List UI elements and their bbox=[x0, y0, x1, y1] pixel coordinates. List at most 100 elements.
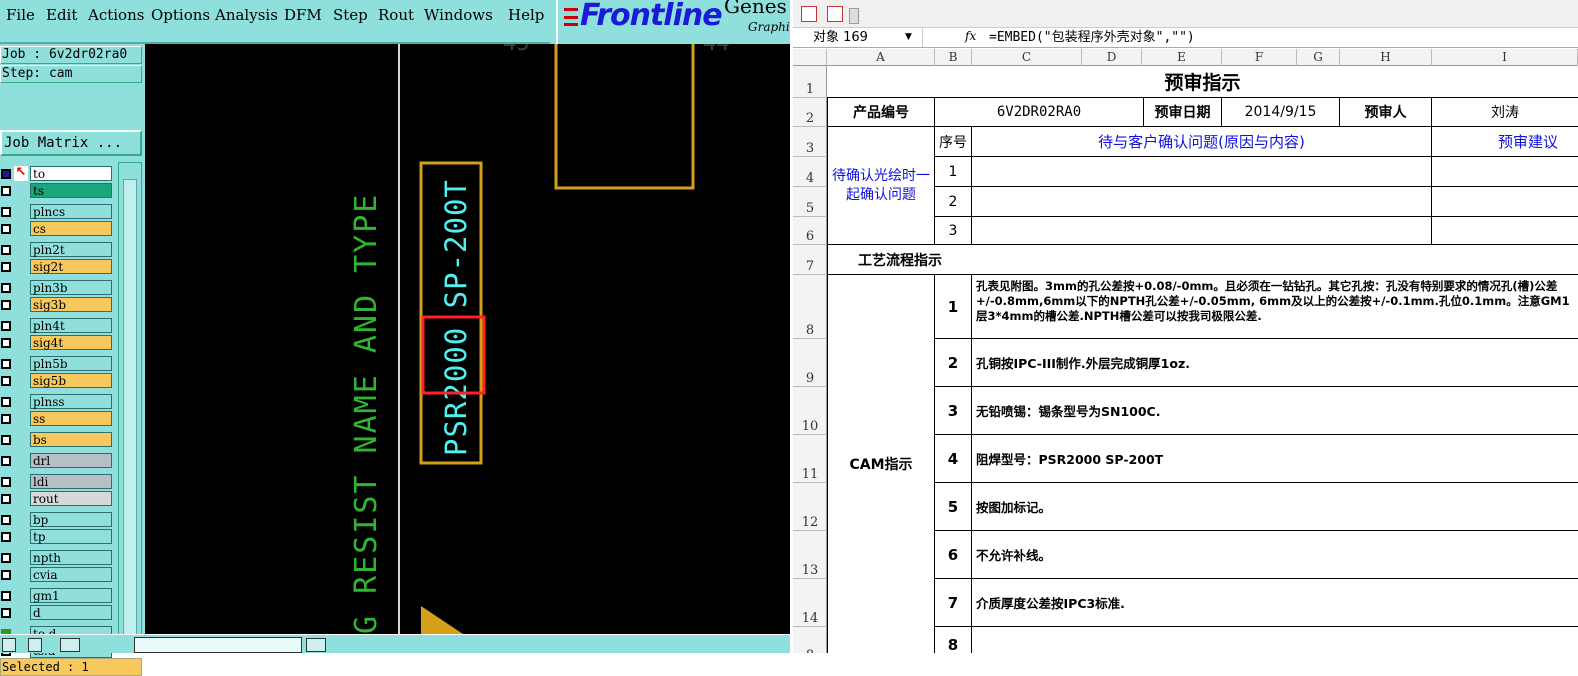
menu-help[interactable]: Help bbox=[508, 6, 544, 24]
issue-cell[interactable] bbox=[972, 217, 1432, 245]
layer-checkbox[interactable] bbox=[1, 283, 11, 293]
product-value[interactable]: 6V2DR02RA0 bbox=[935, 98, 1144, 127]
cam-item-number[interactable]: 7 bbox=[935, 579, 972, 627]
layer-checkbox[interactable] bbox=[1, 553, 11, 563]
menu-analysis[interactable]: Analysis bbox=[215, 6, 278, 24]
layer-name[interactable]: cvia bbox=[30, 567, 112, 582]
layer-row[interactable]: sig2t bbox=[0, 259, 114, 274]
process-label[interactable]: 工艺流程指示 bbox=[827, 245, 972, 275]
cam-item-number[interactable]: 2 bbox=[935, 339, 972, 387]
seq-cell[interactable]: 1 bbox=[935, 157, 972, 187]
date-value[interactable]: 2014/9/15 bbox=[1222, 98, 1340, 127]
suggest-cell[interactable] bbox=[1432, 187, 1578, 217]
layer-name[interactable]: bs bbox=[30, 432, 112, 447]
layer-name[interactable]: cs bbox=[30, 221, 112, 236]
layer-name[interactable]: pln2t bbox=[30, 242, 112, 257]
layer-checkbox[interactable] bbox=[1, 591, 11, 601]
layer-scrollbar[interactable] bbox=[118, 162, 142, 652]
layer-name[interactable]: sig3b bbox=[30, 297, 112, 312]
seq-label[interactable]: 序号 bbox=[935, 127, 972, 157]
layer-name[interactable]: sig4t bbox=[30, 335, 112, 350]
date-label[interactable]: 预审日期 bbox=[1144, 98, 1222, 127]
step-label[interactable]: Step: cam bbox=[0, 65, 142, 83]
row-header[interactable]: 2 bbox=[793, 98, 827, 127]
layer-row[interactable]: bs bbox=[0, 432, 114, 447]
layer-row[interactable]: plnss bbox=[0, 394, 114, 409]
menu-step[interactable]: Step bbox=[333, 6, 368, 24]
col-header-a[interactable]: A bbox=[827, 49, 935, 66]
cam-item-text[interactable] bbox=[972, 627, 1578, 653]
menu-actions[interactable]: Actions bbox=[88, 6, 144, 24]
layer-checkbox[interactable] bbox=[1, 477, 11, 487]
menu-dfm[interactable]: DFM bbox=[284, 6, 322, 24]
col-header-b[interactable]: B bbox=[935, 49, 972, 66]
menu-options[interactable]: Options bbox=[151, 6, 210, 24]
layer-name[interactable]: plnss bbox=[30, 394, 112, 409]
layer-checkbox[interactable] bbox=[1, 207, 11, 217]
layer-row[interactable]: pln4t bbox=[0, 318, 114, 333]
product-label[interactable]: 产品编号 bbox=[827, 98, 935, 127]
col-header-c[interactable]: C bbox=[972, 49, 1082, 66]
col-header-d[interactable]: D bbox=[1082, 49, 1142, 66]
layer-name[interactable]: pln3b bbox=[30, 280, 112, 295]
layer-row[interactable]: tp bbox=[0, 529, 114, 544]
col-header-f[interactable]: F bbox=[1222, 49, 1297, 66]
row-header[interactable]: 6 bbox=[793, 217, 827, 245]
layer-row[interactable]: rout bbox=[0, 491, 114, 506]
row-header[interactable]: 12 bbox=[793, 483, 827, 531]
issue-cell[interactable] bbox=[972, 157, 1432, 187]
layer-name[interactable]: sig5b bbox=[30, 373, 112, 388]
suggest-cell[interactable] bbox=[1432, 157, 1578, 187]
row-header[interactable]: 8 bbox=[793, 275, 827, 339]
cam-item-number[interactable]: 4 bbox=[935, 435, 972, 483]
layer-name[interactable]: pln5b bbox=[30, 356, 112, 371]
layer-row[interactable]: sig3b bbox=[0, 297, 114, 312]
layer-row[interactable]: ↖ to bbox=[0, 166, 114, 181]
row-header[interactable]: 14 bbox=[793, 579, 827, 627]
worksheet[interactable]: 预审指示 产品编号 6V2DR02RA0 预审日期 2014/9/15 预审人 … bbox=[827, 66, 1578, 653]
layer-checkbox[interactable] bbox=[1, 515, 11, 525]
row-header[interactable]: 8 bbox=[793, 627, 827, 653]
layer-row[interactable]: bp bbox=[0, 512, 114, 527]
cam-item-number[interactable]: 3 bbox=[935, 387, 972, 435]
name-box[interactable]: 对象 169 bbox=[793, 28, 923, 47]
row-header[interactable]: 1 bbox=[793, 66, 827, 98]
seq-cell[interactable]: 3 bbox=[935, 217, 972, 245]
layer-name[interactable]: gm1 bbox=[30, 588, 112, 603]
graphic-canvas[interactable]: 45 44 G RESIST NAME AND TYPE PSR2000 SP-… bbox=[145, 44, 790, 634]
command-input[interactable] bbox=[134, 637, 302, 653]
layer-row[interactable]: ss bbox=[0, 411, 114, 426]
reviewer-value[interactable]: 刘涛 bbox=[1432, 98, 1578, 127]
menu-edit[interactable]: Edit bbox=[46, 6, 77, 24]
col-header-h[interactable]: H bbox=[1340, 49, 1432, 66]
menu-file[interactable]: File bbox=[6, 6, 35, 24]
layer-checkbox[interactable] bbox=[1, 169, 11, 179]
col-header-e[interactable]: E bbox=[1142, 49, 1222, 66]
status-button-4[interactable] bbox=[306, 638, 326, 652]
layer-row[interactable]: sig5b bbox=[0, 373, 114, 388]
layer-name[interactable]: to bbox=[30, 166, 112, 181]
cam-item-number[interactable]: 1 bbox=[935, 275, 972, 339]
cam-item-number[interactable]: 8 bbox=[935, 627, 972, 653]
layer-checkbox[interactable] bbox=[1, 245, 11, 255]
formula-input[interactable]: =EMBED("包装程序外壳对象","") bbox=[989, 28, 1195, 47]
layer-row[interactable]: cs bbox=[0, 221, 114, 236]
layer-checkbox[interactable] bbox=[1, 359, 11, 369]
cam-item-text[interactable]: 阻焊型号：PSR2000 SP-200T bbox=[972, 435, 1578, 483]
layer-row[interactable]: sig4t bbox=[0, 335, 114, 350]
cam-item-text[interactable]: 孔铜按IPC-III制作.外层完成铜厚1oz. bbox=[972, 339, 1578, 387]
layer-checkbox[interactable] bbox=[1, 532, 11, 542]
cam-label[interactable]: CAM指示 bbox=[827, 275, 935, 653]
status-button-1[interactable] bbox=[2, 638, 16, 652]
layer-checkbox[interactable] bbox=[1, 456, 11, 466]
layer-checkbox[interactable] bbox=[1, 300, 11, 310]
layer-name[interactable]: plncs bbox=[30, 204, 112, 219]
layer-name[interactable]: ts bbox=[30, 183, 112, 198]
layer-row[interactable]: d bbox=[0, 605, 114, 620]
seq-cell[interactable]: 2 bbox=[935, 187, 972, 217]
reviewer-label[interactable]: 预审人 bbox=[1340, 98, 1432, 127]
job-matrix-button[interactable]: Job Matrix ... bbox=[0, 130, 142, 156]
row-header[interactable]: 4 bbox=[793, 157, 827, 187]
sheet-title[interactable]: 预审指示 bbox=[827, 66, 1578, 98]
layer-checkbox[interactable] bbox=[1, 397, 11, 407]
